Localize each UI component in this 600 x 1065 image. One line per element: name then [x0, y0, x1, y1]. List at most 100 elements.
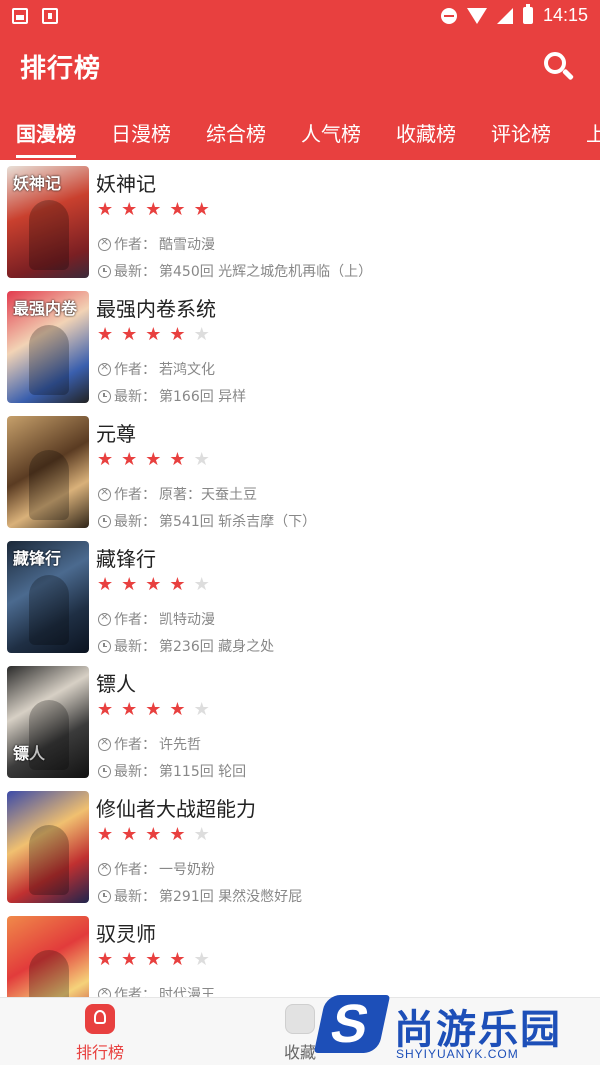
comic-cover[interactable]	[7, 791, 89, 903]
star-icon: ★	[193, 199, 210, 220]
list-item[interactable]: 镖人 镖人 ★ ★ ★ ★ ★ 作者：许先哲 最新：第115回 轮回	[0, 660, 600, 785]
tab-renqi[interactable]: 人气榜	[301, 118, 361, 160]
star-icon: ★	[169, 949, 186, 970]
star-icon: ★	[145, 449, 162, 470]
author-icon	[98, 485, 111, 501]
comic-latest-chapter: 最新： 第291回 果然没憋好屁	[98, 886, 302, 906]
comic-title[interactable]: 修仙者大战超能力	[96, 793, 256, 822]
comic-author: 作者：若鸿文化	[98, 359, 215, 379]
star-icon: ★	[145, 574, 162, 595]
clock-icon	[98, 264, 111, 278]
site-watermark: 尚游乐园 SHYIYUANYK.COM	[313, 995, 600, 1065]
clock-icon	[98, 639, 111, 653]
comic-latest-chapter: 最新： 第541回 斩杀吉摩（下）	[98, 511, 316, 531]
star-icon: ★	[97, 449, 114, 470]
list-item[interactable]: 藏锋行 藏锋行 ★ ★ ★ ★ ★ 作者：凯特动漫 最新：第236回 藏身之处	[0, 535, 600, 660]
star-icon: ★	[121, 699, 138, 720]
star-icon: ★	[169, 699, 186, 720]
clock-icon	[98, 514, 111, 528]
header: 14:15 排行榜 国漫榜 日漫榜 综合榜 人气榜 收藏榜 评论榜 上	[0, 0, 600, 160]
watermark-logo	[313, 995, 391, 1053]
star-icon: ★	[145, 324, 162, 345]
bookshelf-icon	[285, 1004, 315, 1034]
comic-cover[interactable]: 镖人	[7, 666, 89, 778]
search-button[interactable]	[542, 50, 576, 84]
comic-title[interactable]: 藏锋行	[96, 543, 156, 572]
star-icon: ★	[97, 824, 114, 845]
author-icon	[98, 360, 111, 376]
list-item[interactable]: 修仙者大战超能力 ★ ★ ★ ★ ★ 作者：一号奶粉 最新：第291回 果然没憋…	[0, 785, 600, 910]
star-icon: ★	[145, 824, 162, 845]
app-bar: 排行榜	[0, 40, 600, 96]
comic-cover[interactable]	[7, 416, 89, 528]
clock-icon	[98, 764, 111, 778]
comic-author: 作者：许先哲	[98, 734, 201, 754]
star-icon: ★	[169, 824, 186, 845]
comic-cover[interactable]: 最强内卷	[7, 291, 89, 403]
rating-stars: ★ ★ ★ ★ ★	[97, 575, 210, 595]
list-item[interactable]: 元尊 ★ ★ ★ ★ ★ 作者：原著：天蚕土豆 最新：第541回 斩杀吉摩（下）	[0, 410, 600, 535]
status-time: 14:15	[542, 5, 588, 25]
rating-stars: ★ ★ ★ ★ ★	[97, 825, 210, 845]
do-not-disturb-icon	[440, 7, 457, 24]
star-icon: ★	[145, 699, 162, 720]
clock-icon	[98, 389, 111, 403]
comic-latest-chapter: 最新： 第166回 异样	[98, 386, 246, 406]
author-icon	[98, 735, 111, 751]
comic-latest-chapter: 最新： 第236回 藏身之处	[98, 636, 274, 656]
ranking-tabs: 国漫榜 日漫榜 综合榜 人气榜 收藏榜 评论榜 上	[0, 110, 600, 160]
star-icon: ★	[97, 324, 114, 345]
star-icon: ★	[121, 199, 138, 220]
star-empty-icon: ★	[193, 449, 210, 470]
star-empty-icon: ★	[193, 949, 210, 970]
rating-stars: ★ ★ ★ ★ ★	[97, 200, 210, 220]
list-item[interactable]: 最强内卷 最强内卷系统 ★ ★ ★ ★ ★ 作者：若鸿文化 最新：第166回 异…	[0, 285, 600, 410]
tab-zonghe[interactable]: 综合榜	[206, 118, 266, 160]
battery-icon	[522, 4, 533, 24]
star-empty-icon: ★	[193, 324, 210, 345]
star-icon: ★	[169, 449, 186, 470]
comic-title[interactable]: 妖神记	[96, 168, 156, 197]
rating-stars: ★ ★ ★ ★ ★	[97, 450, 210, 470]
comic-title[interactable]: 镖人	[96, 668, 136, 697]
tab-riman[interactable]: 日漫榜	[111, 118, 171, 160]
star-icon: ★	[97, 699, 114, 720]
cell-signal-icon	[496, 7, 513, 24]
comic-author: 作者：酷雪动漫	[98, 234, 215, 254]
comic-cover[interactable]	[7, 916, 89, 997]
comic-title[interactable]: 元尊	[96, 418, 136, 447]
tab-more[interactable]: 上	[586, 118, 600, 160]
comic-author: 作者：原著：天蚕土豆	[98, 484, 257, 504]
star-icon: ★	[145, 949, 162, 970]
star-icon: ★	[169, 574, 186, 595]
tab-pinglun[interactable]: 评论榜	[491, 118, 551, 160]
wifi-icon	[466, 7, 487, 24]
author-icon	[98, 235, 111, 251]
comic-cover[interactable]: 藏锋行	[7, 541, 89, 653]
tab-guoman[interactable]: 国漫榜	[16, 118, 76, 160]
author-icon	[98, 985, 111, 997]
comic-ranking-list: 妖神记 妖神记 ★ ★ ★ ★ ★ 作者：酷雪动漫 最新：第450回 光辉之城危…	[0, 160, 600, 997]
star-icon: ★	[121, 824, 138, 845]
star-icon: ★	[97, 199, 114, 220]
comic-title[interactable]: 最强内卷系统	[96, 293, 216, 322]
comic-latest-chapter: 最新： 第450回 光辉之城危机再临（上）	[98, 261, 372, 281]
comic-title[interactable]: 驭灵师	[96, 918, 156, 947]
page-title: 排行榜	[20, 54, 102, 84]
author-icon	[98, 610, 111, 626]
rating-stars: ★ ★ ★ ★ ★	[97, 700, 210, 720]
download-notification-icon	[42, 8, 58, 24]
author-icon	[98, 860, 111, 876]
watermark-url: SHYIYUANYK.COM	[396, 1047, 519, 1061]
list-item[interactable]: 妖神记 妖神记 ★ ★ ★ ★ ★ 作者：酷雪动漫 最新：第450回 光辉之城危…	[0, 160, 600, 285]
comic-latest-chapter: 最新： 第115回 轮回	[98, 761, 246, 781]
star-icon: ★	[121, 324, 138, 345]
star-icon: ★	[145, 199, 162, 220]
tab-shoucang[interactable]: 收藏榜	[396, 118, 456, 160]
comic-cover[interactable]: 妖神记	[7, 166, 89, 278]
star-icon: ★	[121, 449, 138, 470]
star-empty-icon: ★	[193, 824, 210, 845]
nav-ranking[interactable]: 排行榜	[55, 1004, 145, 1064]
list-item[interactable]: 驭灵师 ★ ★ ★ ★ ★ 作者：时代漫王	[0, 910, 600, 997]
star-icon: ★	[97, 949, 114, 970]
